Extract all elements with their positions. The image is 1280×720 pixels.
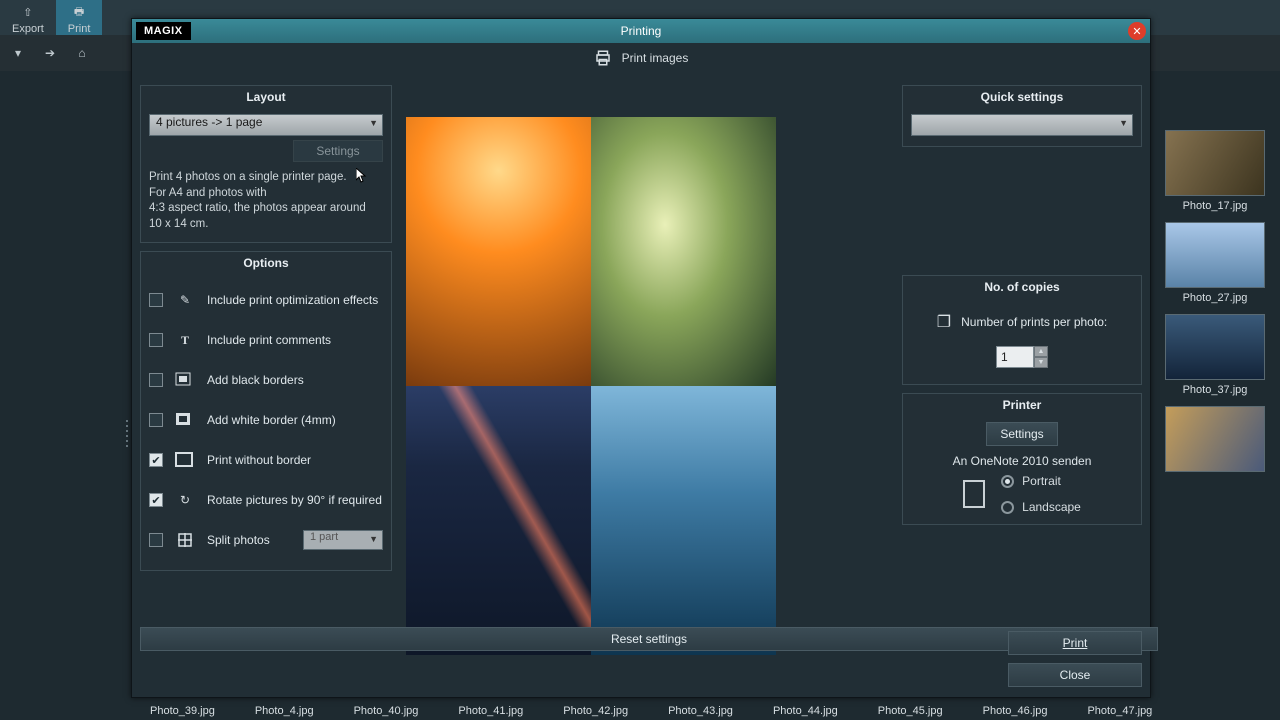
- radio-icon: [1001, 501, 1014, 514]
- filmstrip-item[interactable]: Photo_40.jpg: [354, 705, 419, 717]
- option-row: ✎ Include print optimization effects: [149, 280, 383, 320]
- brand-logo: MAGIX: [136, 22, 191, 40]
- thumbnail[interactable]: Photo_17.jpg: [1150, 130, 1280, 212]
- layout-description: Print 4 photos on a single printer page.…: [149, 166, 383, 232]
- printer-name: An OneNote 2010 senden: [911, 454, 1133, 468]
- print-label: Print: [68, 23, 91, 35]
- copies-icon: ❐: [937, 312, 951, 332]
- preview-cell: [406, 386, 591, 655]
- quick-settings-panel: Quick settings: [902, 85, 1142, 147]
- printer-icon: [594, 49, 612, 67]
- checkbox[interactable]: [149, 373, 163, 387]
- checkbox[interactable]: [149, 493, 163, 507]
- options-panel: Options ✎ Include print optimization eff…: [140, 251, 392, 571]
- option-row: Split photos 1 part: [149, 520, 383, 560]
- dialog-title: Printing: [621, 24, 662, 38]
- splitter-handle[interactable]: [126, 420, 128, 447]
- options-heading: Options: [141, 252, 391, 274]
- printer-heading: Printer: [903, 394, 1141, 416]
- rotate-icon: ↻: [173, 488, 197, 512]
- filmstrip-item[interactable]: Photo_47.jpg: [1087, 705, 1152, 717]
- text-icon: T: [173, 328, 197, 352]
- checkbox[interactable]: [149, 533, 163, 547]
- print-button[interactable]: Print: [1008, 631, 1142, 655]
- copies-label: Number of prints per photo:: [961, 315, 1107, 329]
- option-row: Print without border: [149, 440, 383, 480]
- quick-settings-select[interactable]: [911, 114, 1133, 136]
- copies-input[interactable]: [996, 346, 1034, 368]
- split-icon: [173, 528, 197, 552]
- dropdown-icon[interactable]: ▾: [8, 43, 28, 63]
- option-row: Add white border (4mm): [149, 400, 383, 440]
- layout-panel: Layout 4 pictures -> 1 page Settings Pri…: [140, 85, 392, 243]
- copies-stepper[interactable]: ▲▼: [996, 346, 1048, 368]
- print-icon: 🖶: [69, 3, 89, 21]
- filmstrip: Photo_39.jpg Photo_4.jpg Photo_40.jpg Ph…: [130, 702, 1280, 720]
- filmstrip-item[interactable]: Photo_41.jpg: [458, 705, 523, 717]
- checkbox[interactable]: [149, 413, 163, 427]
- preview-cell: [406, 117, 591, 386]
- forward-icon[interactable]: ➔: [40, 43, 60, 63]
- no-border-icon: [173, 448, 197, 472]
- landscape-radio[interactable]: Landscape: [1001, 500, 1081, 514]
- export-label: Export: [12, 23, 44, 35]
- filmstrip-item[interactable]: Photo_42.jpg: [563, 705, 628, 717]
- filmstrip-item[interactable]: Photo_4.jpg: [255, 705, 314, 717]
- filmstrip-item[interactable]: Photo_44.jpg: [773, 705, 838, 717]
- checkbox[interactable]: [149, 453, 163, 467]
- filmstrip-item[interactable]: Photo_46.jpg: [983, 705, 1048, 717]
- print-preview: [406, 117, 776, 655]
- option-row: T Include print comments: [149, 320, 383, 360]
- filmstrip-item[interactable]: Photo_45.jpg: [878, 705, 943, 717]
- spin-up-icon[interactable]: ▲: [1034, 346, 1048, 357]
- close-button[interactable]: Close: [1008, 663, 1142, 687]
- preview-cell: [591, 386, 776, 655]
- filmstrip-item[interactable]: Photo_39.jpg: [150, 705, 215, 717]
- thumbnail[interactable]: [1150, 406, 1280, 476]
- reset-settings-button[interactable]: Reset settings: [140, 627, 1158, 651]
- dialog-titlebar[interactable]: MAGIX Printing ✕: [132, 19, 1150, 43]
- preview-cell: [591, 117, 776, 386]
- copies-panel: No. of copies ❐ Number of prints per pho…: [902, 275, 1142, 385]
- checkbox[interactable]: [149, 293, 163, 307]
- export-icon: ⇧: [18, 3, 38, 21]
- home-icon[interactable]: ⌂: [72, 43, 92, 63]
- subheader-text: Print images: [622, 51, 689, 65]
- layout-settings-button[interactable]: Settings: [293, 140, 383, 162]
- close-icon[interactable]: ✕: [1128, 22, 1146, 40]
- export-button[interactable]: ⇧ Export: [0, 0, 56, 35]
- pencil-icon: ✎: [173, 288, 197, 312]
- printer-panel: Printer Settings An OneNote 2010 senden …: [902, 393, 1142, 525]
- border-black-icon: [173, 368, 197, 392]
- spin-down-icon[interactable]: ▼: [1034, 357, 1048, 368]
- thumbnail[interactable]: Photo_37.jpg: [1150, 314, 1280, 396]
- portrait-radio[interactable]: Portrait: [1001, 474, 1081, 488]
- thumbnail-strip: Photo_17.jpg Photo_27.jpg Photo_37.jpg: [1150, 130, 1280, 476]
- printer-settings-button[interactable]: Settings: [986, 422, 1058, 446]
- orientation-icon: [963, 480, 985, 508]
- filmstrip-item[interactable]: Photo_43.jpg: [668, 705, 733, 717]
- thumbnail[interactable]: Photo_27.jpg: [1150, 222, 1280, 304]
- option-row: ↻ Rotate pictures by 90° if required: [149, 480, 383, 520]
- border-white-icon: [173, 408, 197, 432]
- radio-icon: [1001, 475, 1014, 488]
- checkbox[interactable]: [149, 333, 163, 347]
- quick-heading: Quick settings: [903, 86, 1141, 108]
- dialog-subheader: Print images: [132, 43, 1150, 73]
- option-row: Add black borders: [149, 360, 383, 400]
- layout-heading: Layout: [141, 86, 391, 108]
- print-tab-button[interactable]: 🖶 Print: [56, 0, 103, 35]
- copies-heading: No. of copies: [903, 276, 1141, 298]
- split-parts-select[interactable]: 1 part: [303, 530, 383, 550]
- printing-dialog: MAGIX Printing ✕ Print images Layout 4 p…: [131, 18, 1151, 698]
- layout-select[interactable]: 4 pictures -> 1 page: [149, 114, 383, 136]
